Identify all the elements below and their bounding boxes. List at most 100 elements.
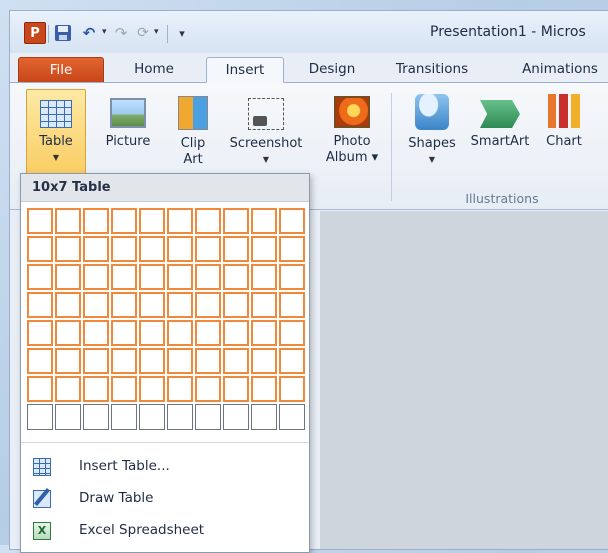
table-grid-cell-selected[interactable] bbox=[251, 236, 277, 262]
table-grid-cell-selected[interactable] bbox=[279, 208, 305, 234]
table-grid-cell-selected[interactable] bbox=[167, 264, 193, 290]
table-grid-cell-selected[interactable] bbox=[139, 236, 165, 262]
table-grid-cell-selected[interactable] bbox=[279, 264, 305, 290]
table-grid-cell-selected[interactable] bbox=[111, 236, 137, 262]
table-grid-cell-selected[interactable] bbox=[167, 236, 193, 262]
table-grid-cell-selected[interactable] bbox=[195, 376, 221, 402]
undo-icon[interactable]: ↶ bbox=[80, 23, 98, 43]
table-grid-cell-selected[interactable] bbox=[139, 320, 165, 346]
table-grid-cell-selected[interactable] bbox=[223, 292, 249, 318]
table-grid-cell[interactable] bbox=[223, 404, 249, 430]
table-grid-cell-selected[interactable] bbox=[55, 208, 81, 234]
table-grid-cell[interactable] bbox=[27, 404, 53, 430]
table-grid-cell[interactable] bbox=[83, 404, 109, 430]
table-grid-cell-selected[interactable] bbox=[167, 208, 193, 234]
smartart-button[interactable]: SmartArt bbox=[468, 90, 532, 150]
table-grid-cell[interactable] bbox=[139, 404, 165, 430]
table-grid-cell-selected[interactable] bbox=[195, 236, 221, 262]
chart-button[interactable]: Chart bbox=[540, 90, 588, 150]
table-grid-cell-selected[interactable] bbox=[83, 264, 109, 290]
screenshot-button[interactable]: Screenshot ▼ bbox=[222, 90, 310, 168]
table-grid-cell[interactable] bbox=[167, 404, 193, 430]
picture-button[interactable]: Picture bbox=[96, 90, 160, 150]
table-grid-cell[interactable] bbox=[279, 404, 305, 430]
table-grid-cell[interactable] bbox=[195, 404, 221, 430]
tab-animations[interactable]: Animations bbox=[510, 57, 608, 83]
photo-album-button[interactable]: Photo Album ▾ bbox=[318, 90, 386, 166]
repeat-icon[interactable]: ⟳ bbox=[134, 23, 152, 43]
redo-icon[interactable]: ↷ bbox=[113, 23, 129, 43]
table-grid-cell-selected[interactable] bbox=[223, 208, 249, 234]
table-grid-cell-selected[interactable] bbox=[251, 348, 277, 374]
repeat-dropdown-icon[interactable]: ▾ bbox=[154, 27, 159, 37]
table-grid-cell-selected[interactable] bbox=[279, 348, 305, 374]
table-grid-cell-selected[interactable] bbox=[27, 264, 53, 290]
table-grid-cell-selected[interactable] bbox=[139, 348, 165, 374]
shapes-button[interactable]: Shapes ▼ bbox=[402, 90, 462, 168]
table-grid-cell-selected[interactable] bbox=[167, 376, 193, 402]
table-grid-cell-selected[interactable] bbox=[27, 376, 53, 402]
table-grid-cell-selected[interactable] bbox=[139, 264, 165, 290]
table-grid-cell-selected[interactable] bbox=[195, 348, 221, 374]
table-grid-cell-selected[interactable] bbox=[27, 292, 53, 318]
table-grid-cell-selected[interactable] bbox=[27, 208, 53, 234]
slide-editing-area[interactable] bbox=[320, 211, 608, 549]
table-grid-cell-selected[interactable] bbox=[251, 264, 277, 290]
table-grid-cell-selected[interactable] bbox=[111, 208, 137, 234]
table-grid-cell-selected[interactable] bbox=[251, 208, 277, 234]
table-grid-cell-selected[interactable] bbox=[55, 376, 81, 402]
table-grid-cell-selected[interactable] bbox=[55, 236, 81, 262]
table-grid-cell-selected[interactable] bbox=[83, 292, 109, 318]
table-grid-cell-selected[interactable] bbox=[223, 320, 249, 346]
table-grid-cell-selected[interactable] bbox=[27, 320, 53, 346]
table-grid-cell-selected[interactable] bbox=[167, 320, 193, 346]
table-grid-cell-selected[interactable] bbox=[223, 264, 249, 290]
table-grid-cell-selected[interactable] bbox=[55, 264, 81, 290]
tab-insert[interactable]: Insert bbox=[206, 57, 284, 83]
table-grid-cell-selected[interactable] bbox=[251, 292, 277, 318]
table-grid-cell-selected[interactable] bbox=[27, 236, 53, 262]
table-grid-cell-selected[interactable] bbox=[55, 320, 81, 346]
table-grid-cell-selected[interactable] bbox=[83, 376, 109, 402]
table-grid-cell-selected[interactable] bbox=[139, 376, 165, 402]
table-grid-cell-selected[interactable] bbox=[279, 320, 305, 346]
table-grid-cell-selected[interactable] bbox=[223, 348, 249, 374]
table-grid-cell-selected[interactable] bbox=[111, 264, 137, 290]
save-icon[interactable] bbox=[54, 23, 72, 43]
table-grid-cell-selected[interactable] bbox=[223, 376, 249, 402]
table-grid-cell-selected[interactable] bbox=[111, 376, 137, 402]
table-grid-cell-selected[interactable] bbox=[139, 292, 165, 318]
tab-home[interactable]: Home bbox=[118, 57, 190, 83]
tab-file[interactable]: File bbox=[18, 57, 104, 83]
table-grid-cell-selected[interactable] bbox=[279, 376, 305, 402]
table-grid-cell-selected[interactable] bbox=[195, 264, 221, 290]
table-grid-cell-selected[interactable] bbox=[251, 320, 277, 346]
table-grid-cell-selected[interactable] bbox=[111, 320, 137, 346]
table-grid-cell-selected[interactable] bbox=[279, 236, 305, 262]
tab-transitions[interactable]: Transitions bbox=[384, 57, 480, 83]
table-grid-cell-selected[interactable] bbox=[111, 348, 137, 374]
table-grid-cell-selected[interactable] bbox=[27, 348, 53, 374]
undo-dropdown-icon[interactable]: ▾ bbox=[102, 27, 107, 37]
table-grid-cell-selected[interactable] bbox=[195, 320, 221, 346]
table-grid-cell-selected[interactable] bbox=[167, 348, 193, 374]
table-grid-cell-selected[interactable] bbox=[139, 208, 165, 234]
table-grid-cell-selected[interactable] bbox=[55, 292, 81, 318]
customize-qat-icon[interactable]: ▾ bbox=[175, 23, 189, 43]
table-grid-cell-selected[interactable] bbox=[223, 236, 249, 262]
table-grid-cell-selected[interactable] bbox=[111, 292, 137, 318]
table-grid-cell-selected[interactable] bbox=[167, 292, 193, 318]
table-grid-cell-selected[interactable] bbox=[195, 292, 221, 318]
clip-art-button[interactable]: Clip Art bbox=[170, 90, 216, 168]
table-grid-cell[interactable] bbox=[55, 404, 81, 430]
table-grid-cell-selected[interactable] bbox=[83, 208, 109, 234]
table-grid-cell[interactable] bbox=[251, 404, 277, 430]
powerpoint-app-icon[interactable]: P bbox=[24, 22, 46, 44]
table-grid-cell-selected[interactable] bbox=[83, 320, 109, 346]
excel-spreadsheet-menu-item[interactable]: X Excel Spreadsheet bbox=[21, 516, 309, 546]
draw-table-menu-item[interactable]: Draw Table bbox=[21, 484, 309, 514]
table-grid-cell-selected[interactable] bbox=[251, 376, 277, 402]
table-grid-cell-selected[interactable] bbox=[195, 208, 221, 234]
table-grid-cell-selected[interactable] bbox=[83, 348, 109, 374]
table-grid-cell-selected[interactable] bbox=[83, 236, 109, 262]
